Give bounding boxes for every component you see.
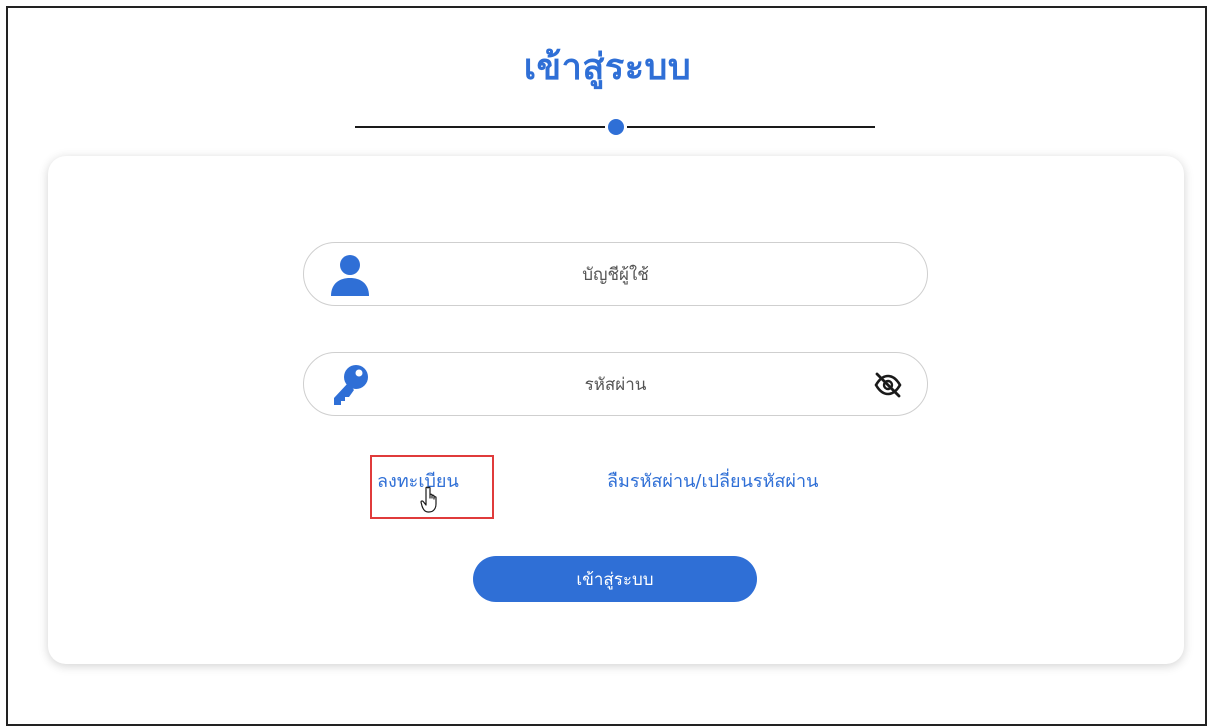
divider-line-left [355,126,605,128]
username-field[interactable] [303,242,928,307]
forgot-password-link[interactable]: ลืมรหัสผ่าน/เปลี่ยนรหัสผ่าน [607,466,818,495]
password-field[interactable] [303,352,928,417]
hand-cursor-icon [420,486,444,514]
password-input[interactable] [384,353,847,417]
username-input[interactable] [384,243,847,307]
page-title: เข้าสู่ระบบ [523,47,692,88]
title-divider [355,119,875,135]
user-icon [328,253,372,297]
login-button[interactable]: เข้าสู่ระบบ [473,556,757,602]
key-icon [328,363,372,407]
eye-slash-icon[interactable] [873,371,903,399]
divider-dot [608,119,624,135]
divider-line-right [627,126,875,128]
